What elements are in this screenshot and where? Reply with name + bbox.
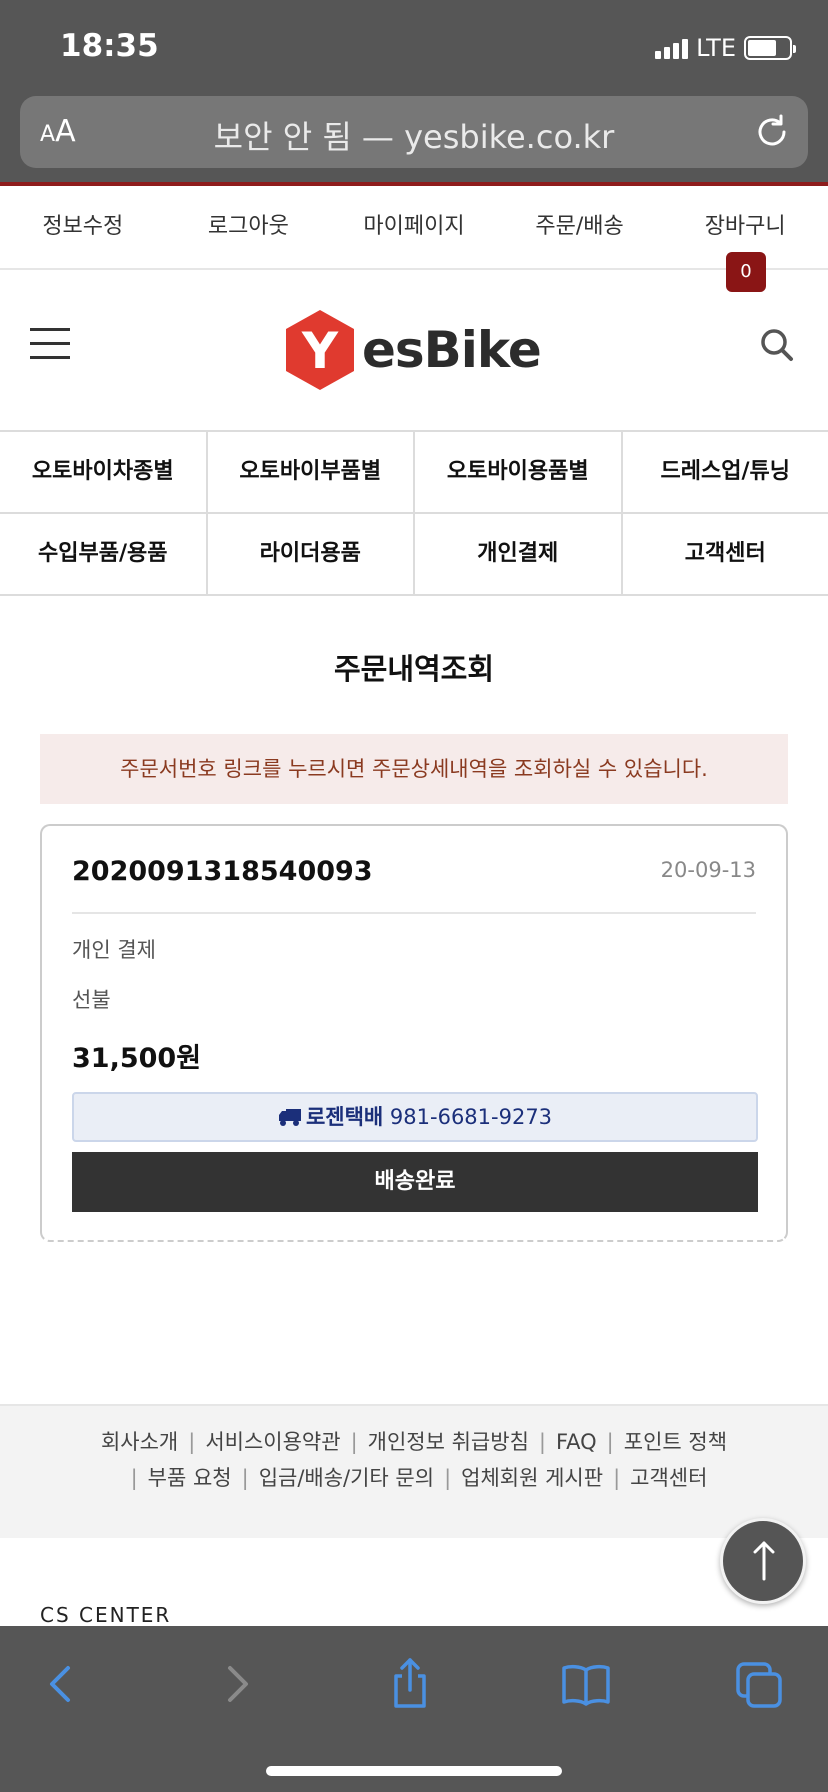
hamburger-menu-icon[interactable] xyxy=(30,328,70,360)
footer-link-business-board[interactable]: 업체회원 게시판 xyxy=(461,1466,603,1490)
footer-link-inquiry[interactable]: 입금/배송/기타 문의 xyxy=(259,1466,434,1490)
footer-link-part-request[interactable]: 부품 요청 xyxy=(148,1466,232,1490)
logo-text: esBike xyxy=(362,321,542,379)
courier-name: 로젠택배 xyxy=(305,1105,384,1129)
home-indicator xyxy=(266,1766,562,1776)
tabs-icon[interactable] xyxy=(730,1654,790,1714)
delivery-status-button[interactable]: 배송완료 xyxy=(72,1152,758,1212)
category-by-accessory[interactable]: 오토바이용품별 xyxy=(415,432,623,512)
card-divider xyxy=(72,912,756,914)
link-logout[interactable]: 로그아웃 xyxy=(166,190,332,268)
header-divider xyxy=(0,182,828,186)
svg-text:Y: Y xyxy=(301,322,339,380)
battery-icon xyxy=(744,36,796,60)
footer-links: 회사소개 | 서비스이용약관 | 개인정보 취급방침 | FAQ | 포인트 정책 | 부품 요청… xyxy=(0,1404,828,1538)
link-mypage[interactable]: 마이페이지 xyxy=(331,190,497,268)
footer-link-points[interactable]: 포인트 정책 xyxy=(624,1430,727,1454)
url-text[interactable]: 보안 안 됨 — yesbike.co.kr xyxy=(20,112,808,158)
category-by-model[interactable]: 오토바이차종별 xyxy=(0,432,208,512)
order-number-link[interactable]: 2020091318540093 xyxy=(72,856,373,887)
category-dressup-tuning[interactable]: 드레스업/튜닝 xyxy=(623,432,828,512)
tracking-number: 981-6681-9273 xyxy=(389,1105,553,1129)
top-link-menu: 정보수정 로그아웃 마이페이지 주문/배송 장바구니 xyxy=(0,190,828,270)
category-rider-gear[interactable]: 라이더용품 xyxy=(208,514,415,594)
tracking-link[interactable]: 로젠택배 981-6681-9273 xyxy=(72,1092,758,1142)
payment-method: 개인 결제 xyxy=(72,938,156,962)
footer-link-customer-center[interactable]: 고객센터 xyxy=(630,1466,707,1490)
reload-icon[interactable] xyxy=(752,112,792,156)
cart-count-badge[interactable]: 0 xyxy=(726,252,766,292)
link-edit-info[interactable]: 정보수정 xyxy=(0,190,166,268)
site-header: Y esBike xyxy=(0,272,828,430)
share-icon[interactable] xyxy=(380,1654,440,1714)
arrow-up-icon xyxy=(753,1541,775,1581)
order-date: 20-09-13 xyxy=(660,858,756,882)
truck-icon xyxy=(278,1109,301,1126)
back-icon[interactable] xyxy=(32,1654,92,1714)
category-customer-center[interactable]: 고객센터 xyxy=(623,514,828,594)
category-by-part[interactable]: 오토바이부품별 xyxy=(208,432,415,512)
address-bar[interactable]: AA 보안 안 됨 — yesbike.co.kr xyxy=(20,96,808,168)
cs-center-heading: CS CENTER xyxy=(40,1603,172,1627)
notice-banner: 주문서번호 링크를 누르시면 주문상세내역을 조회하실 수 있습니다. xyxy=(40,734,788,804)
payment-type: 선불 xyxy=(72,988,111,1012)
order-card: 2020091318540093 20-09-13 개인 결제 선불 31,50… xyxy=(40,824,788,1242)
footer-link-company[interactable]: 회사소개 xyxy=(101,1430,178,1454)
signal-icon xyxy=(655,37,689,59)
scroll-to-top-button[interactable] xyxy=(720,1518,806,1604)
footer-link-privacy[interactable]: 개인정보 취급방침 xyxy=(368,1430,529,1454)
category-imported-parts[interactable]: 수입부품/용품 xyxy=(0,514,208,594)
bookmarks-icon[interactable] xyxy=(556,1654,616,1714)
status-time: 18:35 xyxy=(60,28,159,64)
forward-icon[interactable] xyxy=(206,1654,266,1714)
footer-link-terms[interactable]: 서비스이용약관 xyxy=(205,1430,340,1454)
browser-top-bar: 18:35 LTE AA 보안 안 됨 — yesbike.co.kr xyxy=(0,0,828,186)
category-nav: 오토바이차종별 오토바이부품별 오토바이용품별 드레스업/튜닝 수입부품/용품 … xyxy=(0,430,828,596)
category-personal-payment[interactable]: 개인결제 xyxy=(415,514,623,594)
link-order-delivery[interactable]: 주문/배송 xyxy=(497,190,663,268)
status-indicators: LTE xyxy=(655,34,796,62)
site-logo[interactable]: Y esBike xyxy=(284,308,542,392)
order-amount: 31,500원 xyxy=(72,1043,202,1074)
logo-hexagon-icon: Y xyxy=(286,310,354,390)
footer-link-faq[interactable]: FAQ xyxy=(556,1430,597,1454)
network-label: LTE xyxy=(696,34,736,62)
page-title: 주문내역조회 xyxy=(333,652,495,686)
search-icon[interactable] xyxy=(760,328,794,366)
